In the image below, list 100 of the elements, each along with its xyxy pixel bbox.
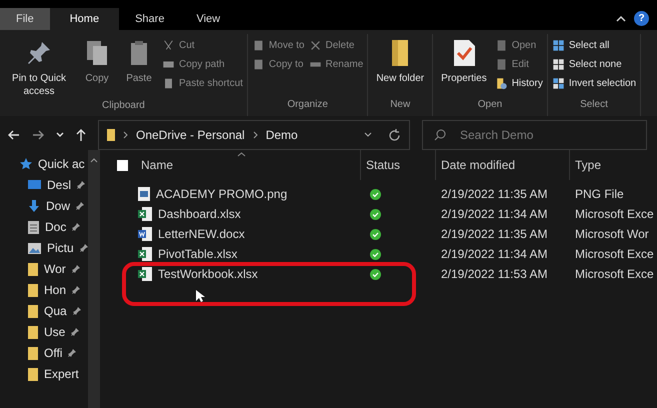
- breadcrumb-item[interactable]: OneDrive - Personal: [136, 126, 245, 144]
- type-cell-text: Microsoft Exce: [574, 206, 654, 223]
- nav-item[interactable]: Wor: [20, 260, 88, 278]
- file-row[interactable]: Dashboard.xlsx 2/19/2022 11:34 AM Microsoft Exce: [117, 204, 657, 224]
- chevron-down-icon[interactable]: [364, 132, 372, 138]
- nav-item[interactable]: Offi: [20, 344, 88, 362]
- help-button[interactable]: ?: [634, 11, 649, 26]
- synced-icon: [370, 268, 381, 280]
- scissors-icon: [162, 39, 175, 52]
- download-icon: [28, 200, 40, 212]
- ribbon-tab[interactable]: Home: [50, 8, 120, 30]
- ribbon-button[interactable]: Properties: [437, 34, 491, 97]
- folder-icon: [28, 304, 38, 318]
- address-bar[interactable]: OneDrive - Personal Demo: [98, 120, 410, 150]
- document-file-icon: [138, 227, 152, 241]
- spreadsheet-file-icon: [138, 247, 152, 261]
- image-icon: [28, 242, 41, 254]
- scrollbar[interactable]: [88, 150, 100, 408]
- spreadsheet-file-icon: [138, 267, 152, 281]
- file-name: PivotTable.xlsx: [158, 246, 238, 263]
- nav-item[interactable]: Use: [20, 323, 88, 341]
- ribbon-button[interactable]: History: [494, 76, 543, 91]
- date-cell-text: 2/19/2022 11:34 AM: [440, 246, 549, 263]
- nav-item[interactable]: Quick ac: [20, 155, 88, 173]
- file-name: Dashboard.xlsx: [158, 206, 241, 223]
- spreadsheet-file-icon: [138, 207, 152, 221]
- file-name: ACADEMY PROMO.png: [156, 186, 288, 203]
- column-header[interactable]: Type: [570, 150, 602, 180]
- type-cell-text: Microsoft Exce: [574, 246, 654, 263]
- file-row[interactable]: ACADEMY PROMO.png 2/19/2022 11:35 AM PNG File: [117, 184, 657, 204]
- star-icon: [20, 158, 32, 170]
- folder-icon: [28, 326, 38, 338]
- ribbon-button[interactable]: New folder: [372, 34, 428, 97]
- type-cell-text: Microsoft Exce: [574, 266, 654, 283]
- ribbon-button[interactable]: Select none: [552, 57, 636, 72]
- folder-icon: [28, 346, 38, 360]
- ribbon-button[interactable]: Select all: [552, 38, 636, 53]
- search-field[interactable]: Search Demo: [422, 120, 647, 150]
- column-header[interactable]: Date modified: [436, 150, 570, 180]
- nav-item[interactable]: Hon: [20, 281, 88, 299]
- mouse-cursor-icon: [196, 290, 205, 302]
- nav-item[interactable]: Desl: [20, 176, 88, 194]
- date-cell-text: 2/19/2022 11:35 AM: [440, 226, 549, 243]
- file-row[interactable]: TestWorkbook.xlsx 2/19/2022 11:53 AM Microsoft Exce: [117, 264, 657, 284]
- pin-icon: [68, 349, 76, 357]
- type-cell-text: PNG File: [574, 186, 624, 203]
- pin-icon: [77, 181, 86, 189]
- ribbon-button[interactable]: Pin to Quick access: [4, 34, 74, 98]
- type-cell-text: Microsoft Wor: [574, 226, 649, 243]
- forward-icon[interactable]: [32, 130, 44, 140]
- date-cell-text: 2/19/2022 11:35 AM: [440, 186, 549, 203]
- pin-icon: [72, 307, 81, 315]
- desktop-icon: [28, 180, 41, 190]
- column-header[interactable]: Status: [361, 150, 436, 180]
- file-name: LetterNEW.docx: [158, 226, 245, 243]
- ribbon-tab[interactable]: File: [0, 8, 50, 30]
- file-row[interactable]: PivotTable.xlsx 2/19/2022 11:34 AM Microsoft Exce: [117, 244, 657, 264]
- nav-item[interactable]: Doc: [20, 218, 88, 236]
- history-icon: [494, 77, 508, 90]
- chevron-right-icon: [252, 131, 258, 139]
- scroll-up-icon[interactable]: [90, 158, 98, 163]
- ribbon-button[interactable]: Invert selection: [552, 76, 636, 91]
- refresh-icon[interactable]: [388, 128, 401, 142]
- nav-item[interactable]: Expert: [20, 365, 88, 383]
- pin-icon: [72, 265, 80, 273]
- group-label: Select: [579, 98, 609, 112]
- group-label: Organize: [286, 98, 329, 112]
- file-name: TestWorkbook.xlsx: [158, 266, 258, 283]
- folder-icon: [107, 129, 115, 141]
- group-label: New: [389, 98, 412, 112]
- select-all-icon: [552, 39, 565, 52]
- date-cell-text: 2/19/2022 11:34 AM: [440, 206, 549, 223]
- synced-icon: [370, 208, 381, 220]
- back-icon[interactable]: [8, 130, 20, 140]
- pin-icon: [76, 202, 84, 210]
- nav-item[interactable]: Qua: [20, 302, 88, 320]
- document-icon: [28, 220, 39, 234]
- chevron-right-icon: [123, 131, 128, 139]
- file-row[interactable]: LetterNEW.docx 2/19/2022 11:35 AM Microsoft Wor: [117, 224, 657, 244]
- up-icon[interactable]: [76, 129, 86, 141]
- delete-icon: [308, 39, 322, 52]
- folder-icon: [28, 262, 38, 276]
- pin-icon: [72, 286, 80, 294]
- folder-icon: [28, 368, 38, 380]
- image-file-icon: [138, 187, 150, 201]
- column-header[interactable]: Name: [141, 150, 361, 180]
- synced-icon: [370, 248, 381, 260]
- group-label: Open: [476, 98, 504, 112]
- invert-selection-icon: [552, 77, 565, 90]
- select-all-checkbox[interactable]: [117, 160, 128, 170]
- nav-item[interactable]: Dow: [20, 197, 88, 215]
- nav-item[interactable]: Pictu: [20, 239, 88, 257]
- group-label: Clipboard: [101, 99, 146, 113]
- sort-caret-icon: [237, 152, 246, 157]
- synced-icon: [370, 188, 381, 200]
- search-icon: [434, 129, 446, 141]
- pin-icon: [80, 244, 88, 252]
- breadcrumb-item[interactable]: Demo: [266, 126, 298, 144]
- collapse-ribbon-icon[interactable]: [616, 15, 626, 22]
- date-cell-text: 2/19/2022 11:53 AM: [440, 266, 549, 283]
